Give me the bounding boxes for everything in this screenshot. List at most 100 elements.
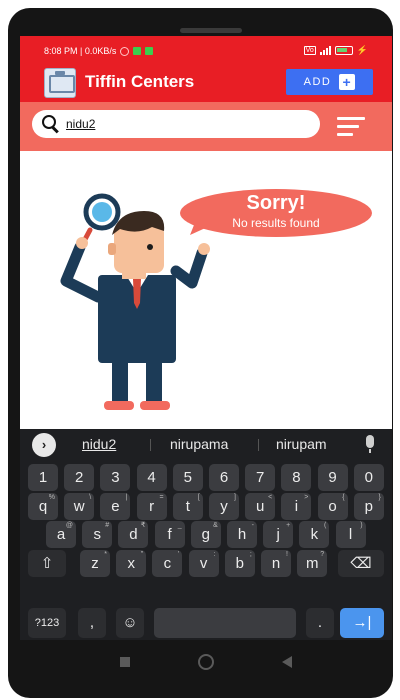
suggestion-2[interactable]: nirupama xyxy=(170,436,228,452)
key-u-label: u xyxy=(256,498,265,515)
signal-icon xyxy=(319,46,331,55)
key-f-label: f xyxy=(167,526,172,543)
key-n[interactable]: n! xyxy=(261,550,291,577)
key-8-label: 8 xyxy=(292,469,301,486)
key-p[interactable]: p} xyxy=(353,493,384,520)
key-d[interactable]: d ₹ xyxy=(118,521,149,548)
key-9[interactable]: 9 xyxy=(317,464,348,491)
key-3[interactable]: 3 xyxy=(100,464,131,491)
key-m-alt: ? xyxy=(320,551,325,558)
key-e[interactable]: e | xyxy=(100,493,131,520)
comma-key[interactable]: , xyxy=(78,608,106,638)
period-key[interactable]: . xyxy=(306,608,334,638)
key-0-label: 0 xyxy=(364,469,373,486)
key-9-label: 9 xyxy=(328,469,337,486)
suggestion-1[interactable]: nidu2 xyxy=(82,436,116,452)
key-c-label: c xyxy=(163,555,172,572)
emoji-key[interactable]: ☺ xyxy=(116,608,144,638)
key-q-alt: % xyxy=(48,494,55,501)
key-r-alt: = xyxy=(159,494,164,501)
key-5[interactable]: 5 xyxy=(172,464,203,491)
key-h-label: h xyxy=(237,526,247,543)
enter-key[interactable]: →| xyxy=(340,608,384,638)
key-i-alt: > xyxy=(304,494,309,501)
key-6-label: 6 xyxy=(219,469,229,486)
key-a-alt: @ xyxy=(65,522,73,529)
key-0[interactable]: 0 xyxy=(353,464,384,491)
key-6[interactable]: 6 xyxy=(209,464,239,491)
key-a[interactable]: a @ xyxy=(46,521,76,548)
back-icon[interactable] xyxy=(282,656,292,668)
filter-menu-icon[interactable] xyxy=(337,117,365,136)
key-k-label: k xyxy=(310,526,319,543)
key-v[interactable]: v: xyxy=(188,550,219,577)
key-b[interactable]: b; xyxy=(224,550,255,577)
key-l-alt: ) xyxy=(360,522,363,529)
key-b-label: b xyxy=(235,555,244,572)
key-q[interactable]: q% xyxy=(28,493,58,520)
key-g[interactable]: g & xyxy=(190,521,221,548)
key-r[interactable]: r = xyxy=(136,493,167,520)
home-icon[interactable] xyxy=(198,654,214,670)
key-j[interactable]: j + xyxy=(263,521,294,548)
key-y-label: y xyxy=(220,498,228,515)
suggestion-strip: › nidu2 nirupama nirupam xyxy=(20,429,392,459)
key-l-label: l xyxy=(348,526,353,543)
key-f[interactable]: f _ xyxy=(154,521,185,548)
suggestion-divider xyxy=(258,439,259,451)
key-k[interactable]: k( xyxy=(299,521,330,548)
app-bar: 8:08 PM | 0.0KB/s Vo ⚡ Tiffin Centers AD… xyxy=(20,36,392,151)
backspace-key[interactable]: ⌫ xyxy=(338,550,384,577)
key-8[interactable]: 8 xyxy=(281,464,312,491)
key-j-alt: + xyxy=(286,522,291,529)
key-i[interactable]: i > xyxy=(281,493,312,520)
search-input[interactable]: nidu2 xyxy=(32,110,320,138)
app-logo-icon xyxy=(44,68,76,98)
volte-icon: Vo xyxy=(303,46,316,55)
key-b-alt: ; xyxy=(249,551,252,558)
space-key[interactable] xyxy=(154,608,296,638)
key-t[interactable]: t[ xyxy=(172,493,203,520)
key-f-alt: _ xyxy=(177,522,182,529)
key-p-label: p xyxy=(364,498,373,515)
empty-state: Sorry! No results found xyxy=(20,151,392,429)
soft-keyboard: › nidu2 nirupama nirupam ⇧ ⌫ ?123 , ☺ . … xyxy=(20,429,392,640)
key-m-label: m xyxy=(305,555,319,572)
key-o[interactable]: o{ xyxy=(317,493,348,520)
no-results-illustration: Sorry! No results found xyxy=(60,189,372,410)
key-7[interactable]: 7 xyxy=(245,464,276,491)
key-x-label: x xyxy=(127,555,135,572)
key-o-alt: { xyxy=(342,494,345,501)
key-x[interactable]: x " xyxy=(116,550,147,577)
key-n-alt: ! xyxy=(286,551,288,558)
key-4[interactable]: 4 xyxy=(136,464,167,491)
microphone-icon[interactable] xyxy=(366,435,374,453)
key-1[interactable]: 1 xyxy=(28,464,58,491)
alarm-icon xyxy=(120,46,130,56)
key-c[interactable]: c ' xyxy=(152,550,183,577)
key-y[interactable]: y] xyxy=(209,493,239,520)
add-button[interactable]: ADD + xyxy=(286,69,373,95)
expand-suggestions-button[interactable]: › xyxy=(32,433,56,457)
key-s-alt: # xyxy=(105,522,110,529)
key-l[interactable]: l) xyxy=(335,521,366,548)
key-h[interactable]: h- xyxy=(227,521,257,548)
key-z[interactable]: z * xyxy=(80,550,110,577)
phone-speaker xyxy=(180,28,242,33)
key-1-label: 1 xyxy=(38,469,48,486)
key-w[interactable]: w \ xyxy=(64,493,95,520)
key-e-alt: | xyxy=(125,494,128,501)
page-title: Tiffin Centers xyxy=(85,72,195,91)
enter-arrow-icon: →| xyxy=(352,614,372,631)
symbols-key[interactable]: ?123 xyxy=(28,608,66,638)
key-u[interactable]: u < xyxy=(245,493,276,520)
key-s[interactable]: s # xyxy=(82,521,113,548)
shift-key[interactable]: ⇧ xyxy=(28,550,66,577)
key-v-alt: : xyxy=(213,551,216,558)
key-w-label: w xyxy=(73,498,85,515)
recents-icon[interactable] xyxy=(120,657,130,667)
key-2-label: 2 xyxy=(75,469,84,486)
key-m[interactable]: m? xyxy=(297,550,328,577)
suggestion-3[interactable]: nirupam xyxy=(276,436,327,452)
key-2[interactable]: 2 xyxy=(64,464,95,491)
